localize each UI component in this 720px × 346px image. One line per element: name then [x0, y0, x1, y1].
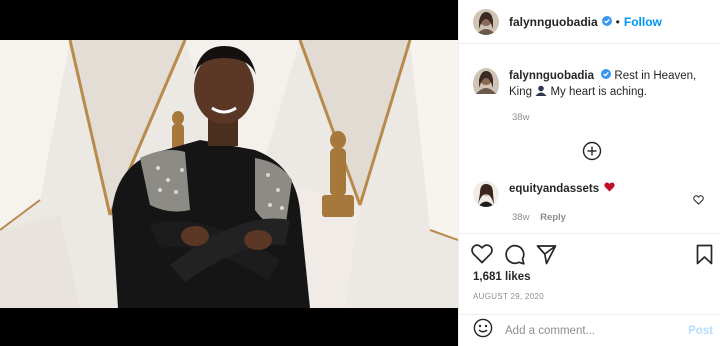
post-media: [0, 0, 458, 346]
comment-meta: 38w Reply: [512, 212, 566, 223]
verified-badge-icon: [601, 13, 612, 31]
add-comment-input[interactable]: [505, 324, 675, 337]
comment-age: 38w: [512, 212, 530, 223]
caption-text: falynnguobadia Rest in Heaven, King My h…: [509, 68, 705, 100]
share-icon[interactable]: [536, 244, 557, 270]
author-avatar[interactable]: [473, 8, 499, 35]
add-comment-bar: Post: [459, 314, 720, 346]
header-separator: •: [615, 14, 620, 29]
caption-avatar[interactable]: [473, 68, 499, 100]
caption-username[interactable]: falynnguobadia: [509, 70, 594, 82]
caption-body-2: My heart is aching.: [550, 86, 647, 99]
likes-count[interactable]: 1,681 likes: [473, 271, 531, 283]
comment-item: equityandassets: [473, 181, 713, 207]
post-photo: [0, 40, 458, 308]
comment-icon[interactable]: [504, 244, 525, 270]
commenter-avatar[interactable]: [473, 181, 499, 207]
post-header: falynnguobadia • Follow: [459, 0, 720, 44]
heart-icon[interactable]: [471, 244, 493, 269]
follow-button[interactable]: Follow: [624, 15, 662, 29]
post-comment-button[interactable]: Post: [688, 325, 713, 337]
reply-button[interactable]: Reply: [540, 212, 566, 223]
comment-text: equityandassets: [509, 181, 615, 207]
comment-like-heart-icon[interactable]: [693, 192, 704, 210]
caption-verified-badge-icon: [601, 68, 612, 84]
bookmark-icon[interactable]: [696, 244, 713, 270]
post-side-panel: falynnguobadia • Follow falynnguobadia R…: [458, 0, 720, 346]
caption-age[interactable]: 38w: [512, 112, 529, 123]
emoji-smile-icon[interactable]: [473, 318, 493, 343]
post-date: AUGUST 29, 2020: [473, 292, 545, 301]
plus-circle-icon[interactable]: [582, 141, 602, 161]
red-heart-icon: [604, 181, 615, 197]
commenter-username[interactable]: equityandassets: [509, 183, 599, 195]
bust-silhouette-icon: [535, 85, 550, 98]
author-username[interactable]: falynnguobadia: [509, 15, 598, 29]
post-caption: falynnguobadia Rest in Heaven, King My h…: [473, 68, 709, 100]
